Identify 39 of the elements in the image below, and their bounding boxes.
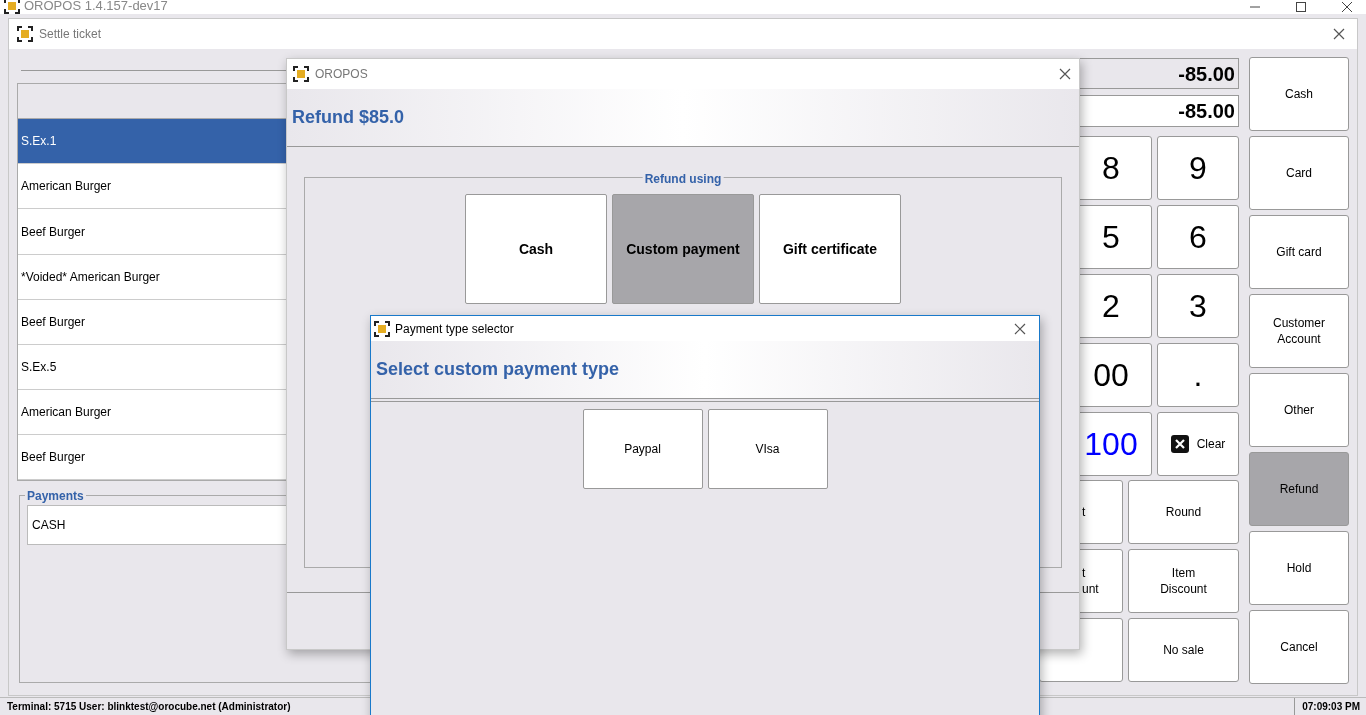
close-icon[interactable] <box>1014 322 1026 335</box>
close-icon[interactable] <box>1342 2 1352 12</box>
payment-button[interactable]: Gift card <box>1249 215 1349 289</box>
action-button[interactable]: Item Discount <box>1128 549 1239 613</box>
dialog-title: OROPOS <box>315 66 368 83</box>
payment-button[interactable]: Customer Account <box>1249 294 1349 368</box>
app-logo-icon <box>374 320 390 337</box>
payment-button[interactable]: Card <box>1249 136 1349 210</box>
payment-button[interactable]: Refund <box>1249 452 1349 526</box>
keypad-button[interactable]: . <box>1157 343 1239 407</box>
window-title: Settle ticket <box>39 26 102 43</box>
payment-button[interactable]: Hold <box>1249 531 1349 605</box>
payment-type-button[interactable]: VIsa <box>707 409 828 489</box>
payment-button[interactable]: Cancel <box>1249 610 1349 684</box>
app-logo-icon <box>293 66 309 82</box>
action-button[interactable]: No sale <box>1128 618 1239 682</box>
clear-button[interactable]: Clear <box>1157 412 1239 476</box>
payment-type-button[interactable]: Paypal <box>582 409 703 489</box>
payment-type-heading: Select custom payment type <box>376 358 620 381</box>
status-time: 07:09:03 PM <box>1294 698 1366 715</box>
refund-method-button[interactable]: Gift certificate <box>759 194 901 304</box>
close-icon[interactable] <box>1059 68 1071 80</box>
close-icon[interactable] <box>1333 28 1345 40</box>
clear-icon <box>1170 435 1189 453</box>
keypad-button[interactable]: 6 <box>1157 205 1239 269</box>
keypad-button[interactable]: 9 <box>1157 136 1239 200</box>
app-logo-icon <box>4 0 20 14</box>
payment-button[interactable]: Other <box>1249 373 1349 447</box>
action-button[interactable]: Round <box>1128 480 1239 544</box>
session-info: Terminal: 5715 User: blinktest@orocube.net (Administrator) <box>6 700 291 714</box>
dialog-title: Payment type selector <box>395 320 514 338</box>
keypad-button[interactable]: 3 <box>1157 274 1239 338</box>
refund-method-button[interactable]: Cash <box>465 194 607 304</box>
refund-method-button[interactable]: Custom payment <box>612 194 754 304</box>
app-title: OROPOS 1.4.157-dev17 <box>24 0 168 13</box>
refund-heading: Refund $85.0 <box>292 106 405 129</box>
app-logo-icon <box>17 26 33 42</box>
payment-button[interactable]: Cash <box>1249 57 1349 131</box>
maximize-icon[interactable] <box>1296 2 1306 12</box>
